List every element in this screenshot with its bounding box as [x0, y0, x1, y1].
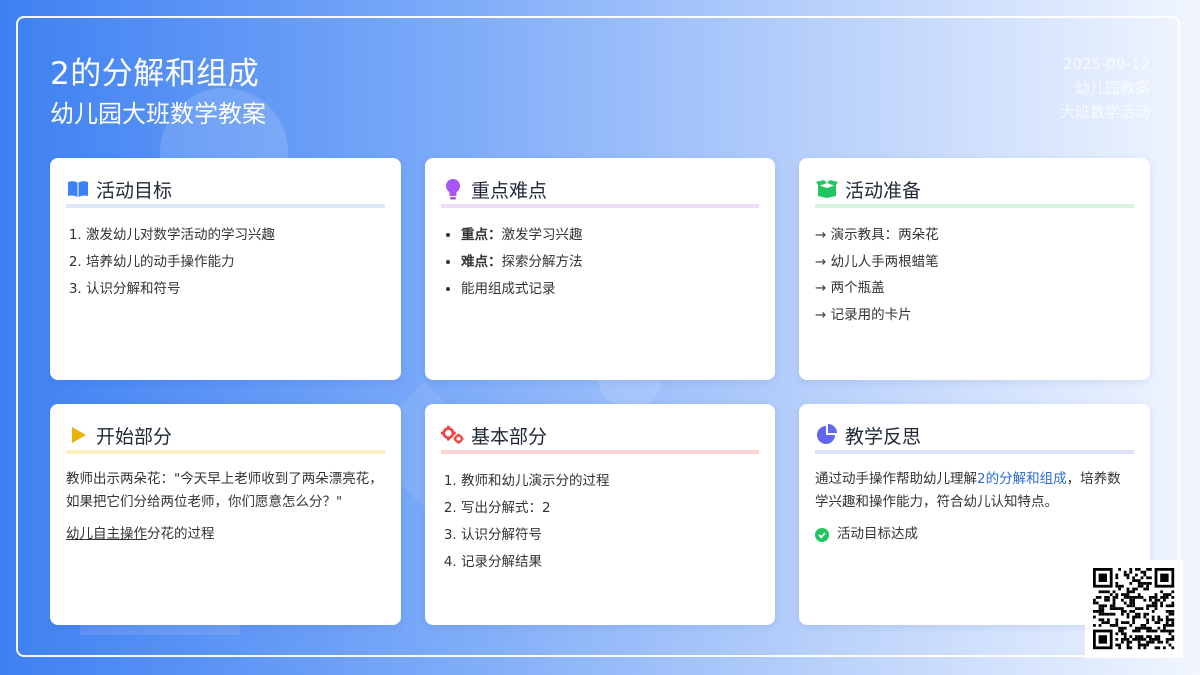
- underlined-text: 幼儿自主操作: [66, 526, 147, 542]
- card-title: 活动准备: [845, 179, 922, 202]
- lightbulb-icon: [441, 178, 465, 200]
- card-key-points: 重点难点 重点：激发学习兴趣 难点：探索分解方法 能用组成式记录: [425, 158, 775, 380]
- pie-chart-icon: [815, 424, 839, 446]
- list-item: 认识分解和符号: [86, 276, 385, 303]
- list-item: 重点：激发学习兴趣: [461, 222, 759, 249]
- item-label: 重点：: [461, 227, 502, 243]
- page-title: 2的分解和组成: [50, 56, 260, 92]
- card-body: 激发幼儿对数学活动的学习兴趣 培养幼儿的动手操作能力 认识分解和符号: [66, 222, 385, 303]
- card-body: 教师出示两朵花："今天早上老师收到了两朵漂亮花，如果把它们分给两位老师，你们愿意…: [66, 468, 385, 548]
- list-item: → 演示教具：两朵花: [815, 227, 939, 243]
- card-body: 通过动手操作帮助幼儿理解2的分解和组成，培养数学兴趣和操作能力，符合幼儿认知特点…: [815, 468, 1134, 548]
- item-text: 探索分解方法: [501, 254, 583, 270]
- start-activity: 幼儿自主操作分花的过程: [66, 521, 385, 548]
- card-preparation: 活动准备 → 演示教具：两朵花 → 幼儿人手两根蜡笔 → 两个瓶盖 → 记录用的…: [799, 158, 1150, 380]
- card-start: 开始部分 教师出示两朵花："今天早上老师收到了两朵漂亮花，如果把它们分给两位老师…: [50, 404, 401, 625]
- card-header: 教学反思: [815, 422, 1134, 454]
- card-title: 活动目标: [96, 179, 173, 202]
- key-points-list: 重点：激发学习兴趣 难点：探索分解方法 能用组成式记录: [441, 222, 759, 303]
- date-label: 2025-09-12: [1062, 55, 1150, 73]
- card-header: 开始部分: [66, 422, 385, 454]
- card-basic: 基本部分 教师和幼儿演示分的过程 写出分解式：2 认识分解符号 记录分解结果: [425, 404, 775, 625]
- highlight-text: 2的分解和组成: [977, 471, 1067, 487]
- tail-text: 分花的过程: [147, 526, 215, 542]
- card-title: 基本部分: [471, 425, 548, 448]
- card-body: 教师和幼儿演示分的过程 写出分解式：2 认识分解符号 记录分解结果: [441, 468, 759, 576]
- list-item: 教师和幼儿演示分的过程: [461, 468, 759, 495]
- check-circle-icon: [815, 527, 829, 542]
- card-body: 重点：激发学习兴趣 难点：探索分解方法 能用组成式记录: [441, 222, 759, 303]
- card-title: 教学反思: [845, 425, 922, 448]
- card-header: 活动准备: [815, 176, 1134, 208]
- open-book-icon: [66, 178, 90, 200]
- list-item: 能用组成式记录: [461, 276, 759, 303]
- card-header: 重点难点: [441, 176, 759, 208]
- gears-icon: [441, 424, 465, 446]
- list-item: 写出分解式：2: [461, 495, 759, 522]
- list-item: → 记录用的卡片: [815, 306, 912, 323]
- card-header: 基本部分: [441, 422, 759, 454]
- card-header: 活动目标: [66, 176, 385, 208]
- card-title: 重点难点: [471, 179, 548, 202]
- item-label: 难点：: [461, 254, 502, 270]
- card-goals: 活动目标 激发幼儿对数学活动的学习兴趣 培养幼儿的动手操作能力 认识分解和符号: [50, 158, 401, 380]
- start-paragraph: 教师出示两朵花："今天早上老师收到了两朵漂亮花，如果把它们分给两位老师，你们愿意…: [66, 471, 383, 510]
- tag-label: 大班数学活动: [1059, 103, 1150, 121]
- text-before: 通过动手操作帮助幼儿理解: [815, 471, 977, 487]
- list-item: → 幼儿人手两根蜡笔: [815, 253, 939, 270]
- list-item: 激发幼儿对数学活动的学习兴趣: [86, 222, 385, 249]
- list-item: 难点：探索分解方法: [461, 249, 759, 276]
- list-item: 培养幼儿的动手操作能力: [86, 249, 385, 276]
- check-row: 活动目标达成: [815, 521, 1134, 548]
- basic-list: 教师和幼儿演示分的过程 写出分解式：2 认识分解符号 记录分解结果: [441, 468, 759, 576]
- header-meta: 2025-09-12 幼儿园教案 大班数学活动: [1060, 52, 1150, 124]
- item-text: 激发学习兴趣: [501, 227, 583, 243]
- card-body: → 演示教具：两朵花 → 幼儿人手两根蜡笔 → 两个瓶盖 → 记录用的卡片: [815, 222, 1134, 328]
- page-subtitle: 幼儿园大班数学教案: [50, 100, 266, 128]
- box-icon: [815, 178, 839, 200]
- goals-list: 激发幼儿对数学活动的学习兴趣 培养幼儿的动手操作能力 认识分解和符号: [66, 222, 385, 303]
- item-text: 能用组成式记录: [461, 281, 556, 297]
- card-title: 开始部分: [96, 425, 173, 448]
- check-text: 活动目标达成: [837, 526, 918, 542]
- qr-code-icon: [1085, 560, 1183, 658]
- list-item: 认识分解符号: [461, 522, 759, 549]
- list-item: 记录分解结果: [461, 549, 759, 576]
- list-item: → 两个瓶盖: [815, 280, 885, 296]
- reflection-paragraph: 通过动手操作帮助幼儿理解2的分解和组成，培养数学兴趣和操作能力，符合幼儿认知特点…: [815, 468, 1134, 513]
- play-icon: [66, 424, 90, 446]
- tag-label: 幼儿园教案: [1074, 79, 1150, 97]
